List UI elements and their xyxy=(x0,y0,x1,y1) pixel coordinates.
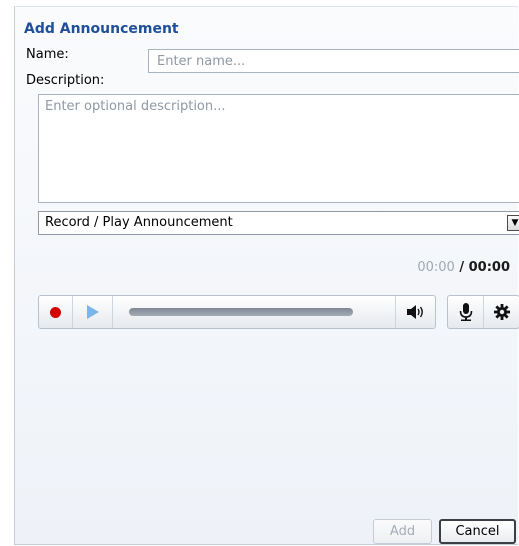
audio-player xyxy=(38,295,436,329)
microphone-button[interactable] xyxy=(448,296,484,328)
announcement-mode-select[interactable]: Record / Play Announcement ▼ xyxy=(38,211,519,235)
add-announcement-dialog: Add Announcement Name: Description: Reco… xyxy=(14,6,519,545)
recording-tools xyxy=(447,295,519,329)
volume-icon xyxy=(406,305,423,319)
time-display: 00:00 / 00:00 xyxy=(417,260,510,275)
progress-bar[interactable] xyxy=(129,308,353,316)
play-icon xyxy=(86,305,99,319)
settings-button[interactable] xyxy=(484,296,519,328)
cancel-button[interactable]: Cancel xyxy=(439,519,516,544)
microphone-icon xyxy=(459,303,472,321)
current-time: 00:00 xyxy=(417,260,455,275)
time-separator: / xyxy=(454,260,469,275)
description-textarea[interactable] xyxy=(38,94,519,203)
chevron-down-icon[interactable]: ▼ xyxy=(507,215,519,231)
record-icon xyxy=(50,306,61,318)
play-button[interactable] xyxy=(73,296,113,328)
total-time: 00:00 xyxy=(468,260,510,275)
name-label: Name: xyxy=(26,47,69,62)
record-button[interactable] xyxy=(39,296,73,328)
gear-icon xyxy=(494,304,510,320)
volume-button[interactable] xyxy=(395,296,435,328)
add-button[interactable]: Add xyxy=(373,519,432,544)
name-input[interactable] xyxy=(148,49,519,73)
dialog-title: Add Announcement xyxy=(24,21,179,37)
description-label: Description: xyxy=(26,73,105,88)
select-value: Record / Play Announcement xyxy=(45,215,233,230)
